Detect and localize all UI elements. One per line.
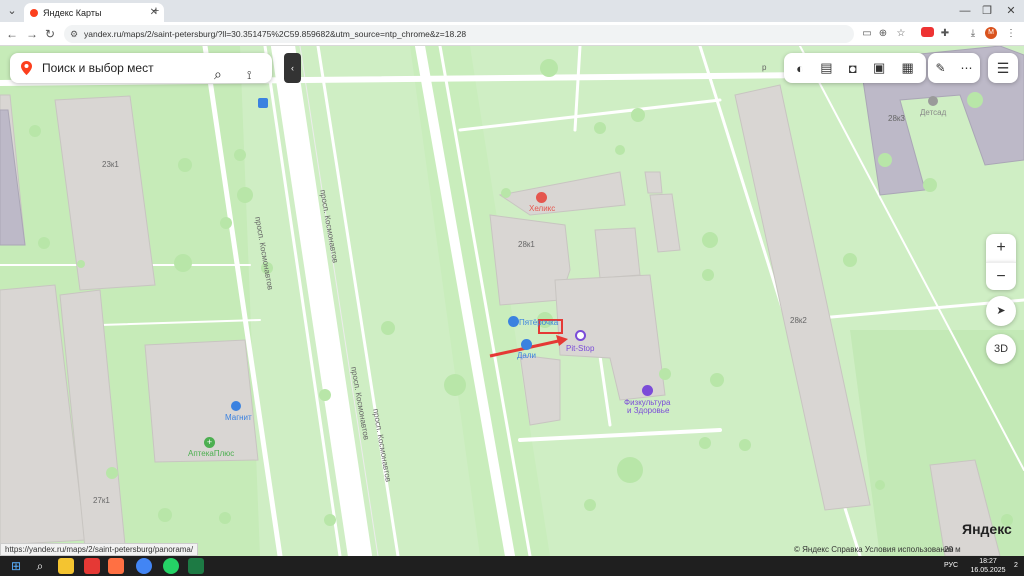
fitness-poi-icon[interactable] bbox=[642, 385, 653, 396]
poi-label-dali[interactable]: Дали bbox=[517, 351, 536, 360]
windows-taskbar: ⊞ ⌕ bbox=[0, 556, 1024, 576]
building-number: 28к2 bbox=[790, 316, 807, 325]
street-label: р bbox=[762, 63, 767, 72]
yandex-maps-favicon-icon bbox=[30, 8, 38, 17]
map-book-icon[interactable]: ▤ bbox=[820, 60, 832, 76]
status-bar-url: https://yandex.ru/maps/2/saint-petersbur… bbox=[0, 543, 199, 556]
notification-badge[interactable]: 2 bbox=[1014, 561, 1018, 570]
more-icon[interactable]: ⋯ bbox=[961, 61, 973, 75]
poi-label-helix[interactable]: Хеликс bbox=[529, 204, 555, 213]
tray-lang[interactable]: РУС bbox=[944, 561, 958, 570]
map-canvas[interactable]: просп. Космонавтов просп. Космонавтов пр… bbox=[0, 46, 1024, 556]
yandex-logo: Яндекс bbox=[962, 521, 1012, 537]
poi-label-apteka[interactable]: АптекаПлюс bbox=[188, 449, 234, 458]
car-service-poi-icon[interactable] bbox=[575, 330, 586, 341]
menu-button[interactable]: ☰ bbox=[988, 53, 1018, 83]
building-number: 23к1 bbox=[102, 160, 119, 169]
bookmark-star-icon[interactable]: ☆ bbox=[894, 22, 908, 46]
tray-date: 16.05.2025 bbox=[970, 567, 1006, 574]
transport-bus-icon[interactable]: ▣ bbox=[873, 60, 885, 76]
new-tab-button[interactable]: + bbox=[148, 0, 164, 22]
file-explorer-icon[interactable] bbox=[58, 558, 74, 574]
whatsapp-icon[interactable] bbox=[163, 558, 179, 574]
tray-time: 18:27 bbox=[979, 558, 997, 565]
store-poi-icon[interactable] bbox=[521, 339, 532, 350]
map-svg bbox=[0, 46, 1024, 556]
pharmacy-poi-icon[interactable]: + bbox=[204, 437, 215, 448]
kindergarten-poi-icon[interactable] bbox=[928, 96, 938, 106]
profile-avatar[interactable]: М bbox=[985, 27, 997, 39]
minimize-button[interactable]: — bbox=[956, 0, 974, 22]
route-icon[interactable]: ⟟ bbox=[247, 60, 251, 90]
address-url: yandex.ru/maps/2/saint-petersburg/?ll=30… bbox=[84, 29, 467, 39]
panorama-camera-icon[interactable]: ◘ bbox=[849, 61, 857, 76]
browser-menu-icon[interactable]: ⋮ bbox=[1004, 22, 1018, 46]
poi-label-pitstop[interactable]: Pit-Stop bbox=[566, 344, 594, 353]
collapse-panel-button[interactable]: ‹ bbox=[284, 53, 301, 83]
bus-stop-icon[interactable] bbox=[258, 98, 268, 108]
tools-toolbar: ✎ ⋯ bbox=[928, 53, 980, 83]
app-icon[interactable] bbox=[108, 558, 124, 574]
windows-start-icon[interactable]: ⊞ bbox=[8, 558, 24, 574]
layers-toolbar: ◐ ▤ ◘ ▣ ▦ bbox=[784, 53, 926, 83]
youtube-extension-icon[interactable] bbox=[921, 27, 934, 37]
locate-me-button[interactable]: ➤ bbox=[986, 296, 1016, 326]
search-icon[interactable]: ⌕ bbox=[32, 558, 48, 574]
location-pin-icon bbox=[21, 61, 32, 75]
building-number: 28к1 bbox=[518, 240, 535, 249]
excel-icon[interactable] bbox=[188, 558, 204, 574]
download-icon[interactable]: ⤓ bbox=[966, 22, 980, 46]
poi-label-fitness-2[interactable]: и Здоровье bbox=[627, 406, 669, 415]
reload-button[interactable]: ↻ bbox=[42, 22, 58, 46]
zoom-in-button[interactable]: + bbox=[986, 234, 1016, 262]
layers-icon[interactable]: ◐ bbox=[796, 61, 804, 76]
poi-label-detsad[interactable]: Детсад bbox=[920, 108, 946, 117]
tab-title: Яндекс Карты bbox=[43, 7, 102, 18]
chrome-icon[interactable] bbox=[136, 558, 152, 574]
poi-label-pyaterochka[interactable]: Пятёрочка bbox=[519, 318, 558, 327]
building-number: 27к1 bbox=[93, 496, 110, 505]
extensions-puzzle-icon[interactable]: ✚ bbox=[938, 22, 952, 46]
scale-label: 20 м bbox=[944, 545, 961, 554]
zoom-out-button[interactable]: − bbox=[986, 262, 1016, 290]
attribution-links[interactable]: © Яндекс Справка Условия использования bbox=[794, 545, 954, 554]
search-icon[interactable]: ⌕ bbox=[214, 59, 222, 89]
yandex-browser-icon[interactable] bbox=[84, 558, 100, 574]
site-info-icon[interactable]: ⚙ bbox=[70, 25, 78, 43]
install-app-icon[interactable]: ▭ bbox=[860, 22, 874, 46]
supermarket-poi-icon[interactable] bbox=[231, 401, 241, 411]
search-input[interactable]: Поиск и выбор мест ⌕ ⟟ bbox=[10, 53, 272, 83]
tab-search-button[interactable]: ⌄ bbox=[4, 0, 20, 22]
address-bar[interactable]: ⚙ yandex.ru/maps/2/saint-petersburg/?ll=… bbox=[64, 25, 854, 43]
grocery-poi-icon[interactable] bbox=[508, 316, 519, 327]
close-window-button[interactable]: ✕ bbox=[1002, 0, 1020, 22]
3d-view-button[interactable]: 3D bbox=[986, 334, 1016, 364]
restore-button[interactable]: ❐ bbox=[978, 0, 996, 22]
forward-button[interactable]: → bbox=[24, 22, 40, 46]
ruler-icon[interactable]: ✎ bbox=[935, 61, 945, 75]
building-number: 28к3 bbox=[888, 114, 905, 123]
back-button[interactable]: ← bbox=[4, 22, 20, 46]
search-placeholder: Поиск и выбор мест bbox=[42, 61, 154, 75]
browser-tab-active[interactable]: Яндекс Карты ✕ bbox=[24, 3, 164, 22]
traffic-icon[interactable]: ▦ bbox=[902, 60, 914, 76]
poi-label-magnit[interactable]: Магнит bbox=[225, 413, 252, 422]
clinic-poi-icon[interactable] bbox=[536, 192, 547, 203]
zoom-icon[interactable]: ⊕ bbox=[876, 22, 890, 46]
